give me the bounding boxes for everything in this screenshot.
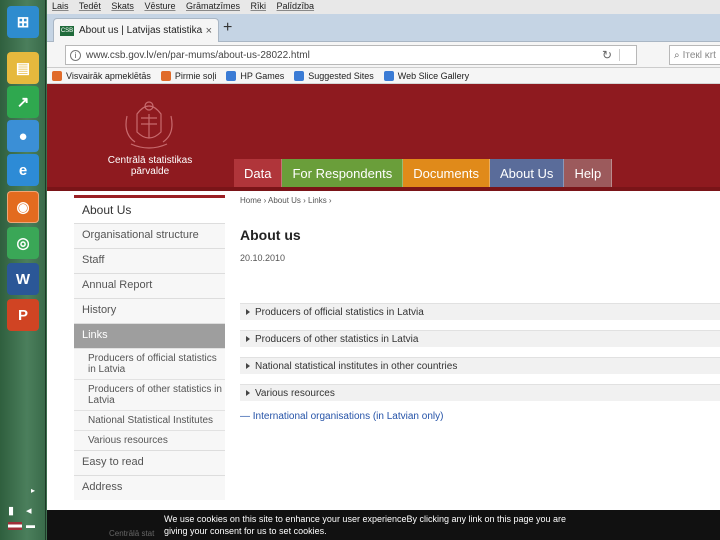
sidebar-subitem-producers-official[interactable]: Producers of official statistics in Latv… [74, 348, 225, 379]
nav-tab-data[interactable]: Data [234, 159, 283, 187]
sidebar-item-address[interactable]: Address [74, 475, 225, 500]
expand-arrow-icon [246, 336, 250, 342]
cookie-text-line2: giving your consent for us to set cookie… [164, 526, 327, 536]
bookmark-most-visited[interactable]: Visvairāk apmeklētās [52, 70, 151, 81]
sidebar: About Us Organisational structure Staff … [74, 195, 225, 500]
close-tab-icon[interactable]: × [206, 25, 212, 37]
bookmark-getting-started[interactable]: Pirmie soļi [160, 70, 216, 81]
menu-item-help[interactable]: Palīdzība [277, 1, 315, 11]
main-content: Home › About Us › Links › About us 20.10… [240, 196, 720, 422]
language-flag-icon[interactable] [8, 522, 22, 530]
reload-icon[interactable]: ↻ [602, 48, 612, 62]
search-input[interactable]: ⌕ Ітекl ĸrt [669, 45, 720, 65]
page-date: 20.10.2010 [240, 253, 286, 263]
url-bar[interactable]: i www.csb.gov.lv/en/par-mums/about-us-28… [65, 45, 637, 65]
url-separator [619, 49, 620, 61]
system-tray[interactable]: ▸ ▮ ◂ ▬ [4, 484, 42, 536]
page-title: About us [240, 227, 301, 243]
csb-favicon-icon: CSB [60, 25, 74, 36]
tab-bar: CSB About us | Latvijas statistika × + [47, 14, 720, 42]
web-page: Centrālā statistikas pārvalde Data For R… [47, 84, 720, 540]
monitor-app-icon[interactable]: ↗ [7, 86, 39, 118]
section-producers-official[interactable]: Producers of official statistics in Latv… [240, 303, 720, 320]
section-producers-other[interactable]: Producers of other statistics in Latvia [240, 330, 720, 347]
sidebar-item-organisational-structure[interactable]: Organisational structure [74, 223, 225, 248]
expand-arrow-icon [246, 309, 250, 315]
sidebar-subitem-various-resources[interactable]: Various resources [74, 430, 225, 450]
navigation-bar: i www.csb.gov.lv/en/par-mums/about-us-28… [47, 42, 720, 68]
sidebar-subitem-producers-other[interactable]: Producers of other statistics in Latvia [74, 379, 225, 410]
sidebar-item-history[interactable]: History [74, 298, 225, 323]
windows-start-icon[interactable]: ⊞ [7, 6, 39, 38]
internet-explorer-icon[interactable]: e [7, 154, 39, 186]
chrome-icon[interactable]: ◎ [7, 227, 39, 259]
new-tab-button[interactable]: + [223, 19, 232, 37]
bookmark-icon [52, 70, 62, 81]
main-navigation: Data For Respondents Documents About Us … [234, 159, 613, 187]
bookmark-icon [383, 70, 394, 81]
expand-arrow-icon [246, 363, 250, 369]
cookie-banner[interactable]: We use cookies on this site to enhance y… [47, 510, 720, 540]
menu-item-edit[interactable]: Tedēt [79, 1, 101, 11]
tray-expand-icon[interactable]: ▸ [31, 486, 35, 495]
wifi-icon[interactable]: ● [7, 120, 39, 152]
footer-faded-text: Centrālā stat [109, 529, 155, 538]
organisation-name[interactable]: Centrālā statistikas pārvalde [95, 155, 205, 177]
battery-tray-icon[interactable]: ▬ [26, 520, 35, 530]
bookmark-icon [226, 70, 237, 81]
site-info-icon[interactable]: i [70, 49, 81, 61]
search-icon: ⌕ [674, 49, 680, 61]
tab-title: About us | Latvijas statistika [79, 25, 203, 36]
expand-arrow-icon [246, 390, 250, 396]
file-explorer-icon[interactable]: ▤ [7, 52, 39, 84]
nav-tab-for-respondents[interactable]: For Respondents [282, 159, 404, 187]
nav-tab-help[interactable]: Help [564, 159, 613, 187]
sidebar-heading[interactable]: About Us [74, 195, 225, 223]
nav-tab-documents[interactable]: Documents [403, 159, 490, 187]
menu-item-file[interactable]: Lais [52, 1, 69, 11]
sidebar-subitem-national-institutes[interactable]: National Statistical Institutes [74, 410, 225, 430]
sidebar-item-easy-to-read[interactable]: Easy to read [74, 450, 225, 475]
sidebar-item-annual-report[interactable]: Annual Report [74, 273, 225, 298]
bookmark-hp-games[interactable]: HP Games [226, 70, 284, 81]
menu-item-bookmarks[interactable]: Grāmatzīmes [186, 1, 240, 11]
nav-underline-strip [47, 187, 720, 191]
sidebar-item-links[interactable]: Links [74, 323, 225, 348]
menu-item-history[interactable]: Vēsture [144, 1, 175, 11]
section-national-institutes[interactable]: National statistical institutes in other… [240, 357, 720, 374]
breadcrumb[interactable]: Home › About Us › Links › [240, 196, 720, 205]
menu-bar: Lais Tedēt Skats Vēsture Grāmatzīmes Rīk… [47, 0, 720, 14]
menu-item-view[interactable]: Skats [111, 1, 134, 11]
taskbar: ⊞ ▤ ↗ ● e ◉ ◎ W P ▸ ▮ ◂ ▬ [0, 0, 46, 540]
search-placeholder: Ітекl ĸrt [682, 49, 716, 61]
url-text: www.csb.gov.lv/en/par-mums/about-us-2802… [86, 49, 310, 61]
international-organisations-link[interactable]: — International organisations (in Latvia… [240, 411, 720, 422]
bookmark-icon [160, 70, 171, 81]
sidebar-item-staff[interactable]: Staff [74, 248, 225, 273]
bookmark-web-slice-gallery[interactable]: Web Slice Gallery [383, 70, 469, 81]
bookmark-icon [294, 70, 305, 81]
cookie-text-line1: We use cookies on this site to enhance y… [164, 514, 567, 524]
section-various-resources[interactable]: Various resources [240, 384, 720, 401]
word-icon[interactable]: W [7, 263, 39, 295]
powerpoint-icon[interactable]: P [7, 299, 39, 331]
bookmark-suggested-sites[interactable]: Suggested Sites [294, 70, 374, 81]
firefox-icon[interactable]: ◉ [7, 191, 39, 223]
bookmarks-toolbar: Visvairāk apmeklētās Pirmie soļi HP Game… [47, 68, 720, 84]
volume-tray-icon[interactable]: ◂ [26, 504, 32, 517]
menu-item-tools[interactable]: Rīki [251, 1, 267, 11]
coat-of-arms-logo[interactable] [119, 94, 179, 154]
browser-window: Lais Tedēt Skats Vēsture Grāmatzīmes Rīk… [47, 0, 720, 540]
site-header: Centrālā statistikas pārvalde Data For R… [47, 84, 720, 187]
tab-about-us[interactable]: CSB About us | Latvijas statistika × [53, 18, 219, 42]
nav-tab-about-us[interactable]: About Us [489, 159, 565, 187]
network-tray-icon[interactable]: ▮ [8, 504, 14, 517]
